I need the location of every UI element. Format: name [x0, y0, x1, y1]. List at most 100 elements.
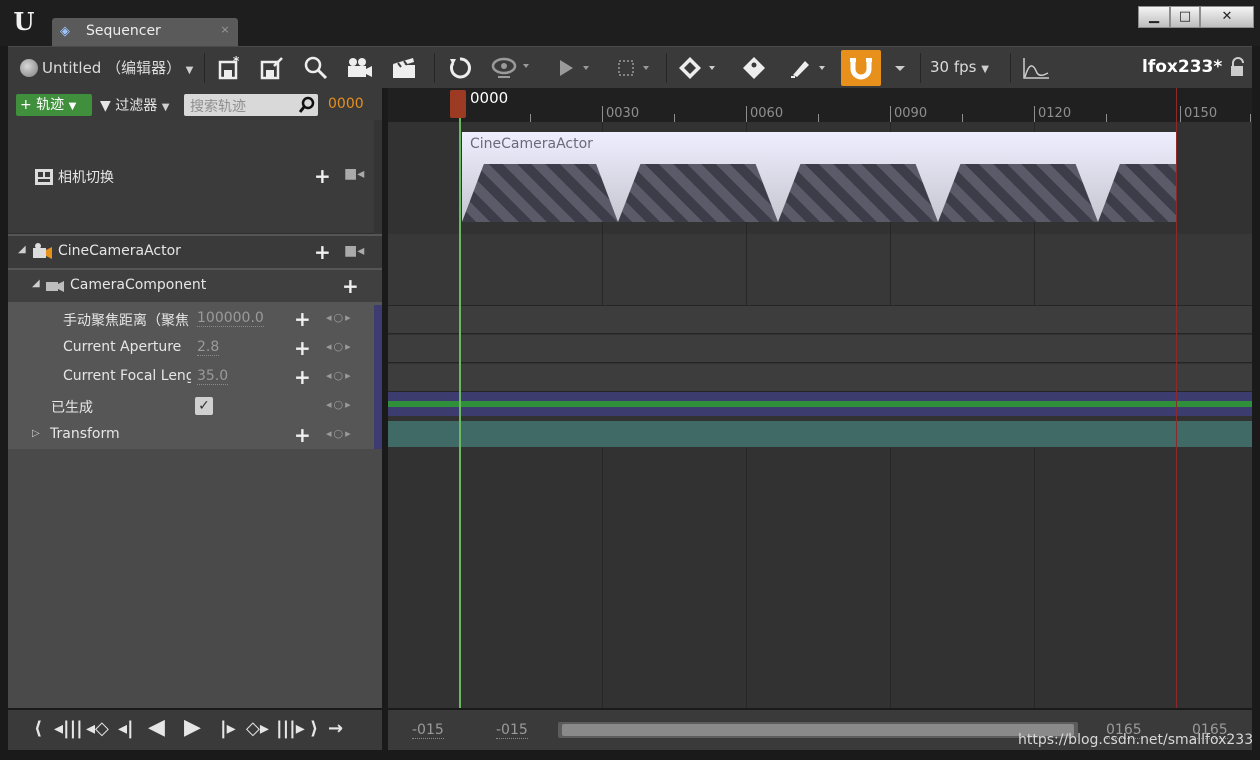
current-time-display[interactable]: 0000 [328, 96, 364, 112]
separator [666, 53, 667, 83]
spawned-section-bar[interactable] [388, 401, 1252, 407]
key-navigation-icon[interactable]: ◂○▸ [326, 369, 353, 382]
expand-right-icon[interactable]: ▷ [32, 428, 40, 439]
property-value-field[interactable]: 100000.0 [197, 310, 264, 327]
camera-cut-track[interactable]: 相机切换 + ■◂ [8, 120, 374, 234]
save-icon[interactable]: * [212, 51, 248, 85]
add-key-icon[interactable]: + [294, 423, 311, 447]
play-options-icon[interactable] [552, 51, 598, 85]
property-row-spawned[interactable]: 已生成 ✓ ◂○▸ [8, 392, 382, 421]
view-range-start[interactable]: -015 [412, 722, 444, 739]
jump-to-start-icon[interactable]: ⟨ [34, 718, 42, 739]
previous-frame-icon[interactable]: ◂||| [54, 718, 83, 739]
outliner-scrollbar[interactable] [374, 120, 382, 234]
camera-icon[interactable]: ■◂ [344, 243, 364, 259]
actor-row[interactable]: ◢ CineCameraActor + ■◂ [8, 236, 382, 268]
curve-editor-icon[interactable] [1018, 51, 1054, 85]
property-value-field[interactable]: 35.0 [197, 368, 229, 385]
scrollbar-thumb[interactable] [562, 724, 1074, 736]
focus-distance-lane[interactable] [388, 306, 1252, 334]
search-input[interactable]: 搜索轨迹 [184, 94, 318, 116]
svg-text:*: * [233, 55, 240, 68]
key-navigation-icon[interactable]: ◂○▸ [326, 340, 353, 353]
outliner-header: + 轨迹 ▼ ▼ 过滤器 ▼ 搜索轨迹 0000 [8, 88, 382, 120]
visibility-icon[interactable] [488, 51, 538, 85]
playhead-handle[interactable] [450, 90, 466, 118]
add-icon[interactable]: + [314, 240, 331, 264]
camera-icon[interactable] [342, 51, 378, 85]
title-bar: U ◈ Sequencer × ▁ □ ✕ [0, 0, 1260, 46]
expand-down-icon[interactable]: ◢ [32, 278, 40, 289]
grid-line [890, 448, 891, 708]
camera-cut-section[interactable]: CineCameraActor [462, 132, 1176, 222]
playhead-line[interactable] [459, 118, 461, 708]
restore-icon[interactable] [442, 51, 478, 85]
expand-down-icon[interactable]: ◢ [18, 244, 26, 255]
property-row-focal-length[interactable]: Current Focal Leng 35.0 + ◂○▸ [8, 363, 382, 392]
playback-end-marker[interactable] [1176, 88, 1177, 708]
render-movie-icon[interactable] [386, 51, 422, 85]
component-row[interactable]: ◢ CameraComponent + [8, 270, 382, 302]
brush-icon[interactable] [784, 51, 834, 85]
key-navigation-icon[interactable]: ◂○▸ [326, 398, 353, 411]
save-as-icon[interactable] [254, 51, 290, 85]
next-key-icon[interactable]: ◇▸ [246, 718, 269, 739]
property-row-aperture[interactable]: Current Aperture 2.8 + ◂○▸ [8, 334, 382, 363]
thumbnail-frame [462, 164, 618, 222]
thumbnail-frame [618, 164, 778, 222]
focal-length-lane[interactable] [388, 364, 1252, 392]
play-icon[interactable]: ▶ [184, 715, 201, 740]
add-icon[interactable]: + [314, 164, 331, 188]
property-value-field[interactable]: 2.8 [197, 339, 220, 356]
tag-icon[interactable] [736, 51, 772, 85]
minimize-button[interactable]: ▁ [1138, 6, 1170, 28]
timeline-area[interactable]: 0030 0060 0090 0120 0150 CineCameraActor [388, 88, 1252, 708]
level-selector[interactable]: Untitled （编辑器） ▼ [42, 57, 193, 78]
property-row-focus-distance[interactable]: 手动聚焦距离（聚焦 100000.0 + ◂○▸ [8, 305, 382, 334]
grid-line [1034, 234, 1035, 306]
next-frame-icon[interactable]: |||▸ [276, 718, 305, 739]
separator [204, 53, 205, 83]
loop-icon[interactable]: → [328, 718, 343, 739]
snap-magnet-icon[interactable] [841, 50, 881, 86]
property-label: Current Aperture [63, 339, 182, 355]
add-track-button[interactable]: + 轨迹 ▼ [16, 94, 92, 116]
ruler-tick [890, 106, 891, 122]
grid-line [890, 234, 891, 306]
tab-close-icon[interactable]: × [218, 23, 232, 37]
transform-row[interactable]: ▷ Transform + ◂○▸ [8, 421, 382, 450]
select-icon[interactable] [612, 51, 658, 85]
actor-track-lane[interactable] [388, 234, 1252, 306]
close-button[interactable]: ✕ [1200, 6, 1254, 28]
playback-range-start[interactable]: -015 [496, 722, 528, 739]
previous-key-icon[interactable]: ◂◇ [86, 718, 109, 739]
camera-icon[interactable]: ■◂ [344, 166, 364, 182]
snap-options-chevron-icon[interactable] [888, 51, 912, 85]
separator [1010, 53, 1011, 83]
tab-sequencer[interactable]: ◈ Sequencer × [52, 18, 238, 46]
add-icon[interactable]: + [342, 274, 359, 298]
timeline-scrollbar[interactable] [558, 722, 1078, 738]
aperture-lane[interactable] [388, 335, 1252, 363]
transport-controls: ⟨ ◂||| ◂◇ ◂| ◀ ▶ |▸ ◇▸ |||▸ ⟩ → [8, 710, 382, 750]
play-reverse-icon[interactable]: ◀ [148, 715, 165, 740]
key-navigation-icon[interactable]: ◂○▸ [326, 427, 353, 440]
tick-label: 0150 [1184, 106, 1218, 121]
fps-selector[interactable]: 30 fps ▼ [930, 58, 989, 76]
step-back-icon[interactable]: ◂| [118, 718, 134, 739]
time-ruler[interactable]: 0030 0060 0090 0120 0150 [388, 88, 1252, 122]
spawned-checkbox[interactable]: ✓ [195, 397, 213, 415]
lock-icon[interactable] [1228, 57, 1248, 79]
jump-to-end-icon[interactable]: ⟩ [310, 718, 318, 739]
key-navigation-icon[interactable]: ◂○▸ [326, 311, 353, 324]
transform-lane[interactable] [388, 421, 1252, 447]
find-icon[interactable] [298, 51, 334, 85]
maximize-button[interactable]: □ [1170, 6, 1200, 28]
key-icon[interactable] [674, 51, 724, 85]
add-key-icon[interactable]: + [294, 307, 311, 331]
add-key-icon[interactable]: + [294, 365, 311, 389]
playhead-time-label: 0000 [470, 89, 509, 107]
step-forward-icon[interactable]: |▸ [220, 718, 236, 739]
filter-button[interactable]: ▼ 过滤器 ▼ [100, 95, 169, 115]
add-key-icon[interactable]: + [294, 336, 311, 360]
